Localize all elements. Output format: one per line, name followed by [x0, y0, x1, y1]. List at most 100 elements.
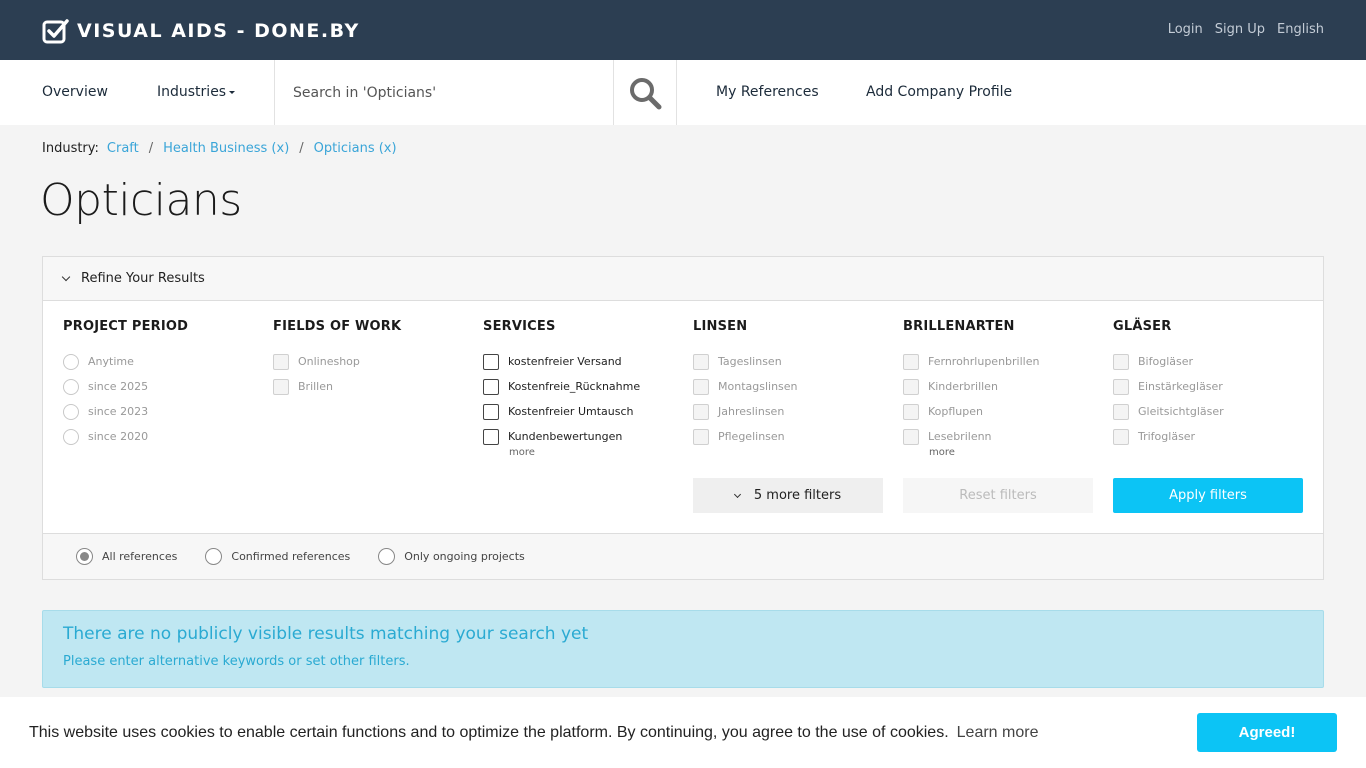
top-bar: VISUAL AIDS - DONE.BY Login Sign Up Engl…: [0, 0, 1366, 60]
radio-option[interactable]: since 2020: [63, 424, 263, 449]
checkbox[interactable]: [903, 378, 919, 395]
checkbox[interactable]: [903, 428, 919, 445]
checkbox-option[interactable]: Fernrohrlupenbrillen: [903, 349, 1103, 374]
checkbox-option[interactable]: Lesebrilenn: [903, 424, 1103, 449]
checkbox-option[interactable]: Tageslinsen: [693, 349, 893, 374]
option-label: Pflegelinsen: [718, 430, 785, 443]
checkbox-option[interactable]: Brillen: [273, 374, 473, 399]
breadcrumb-label: Industry:: [42, 141, 99, 156]
apply-filters-button[interactable]: Apply filters: [1113, 478, 1303, 513]
checkbox[interactable]: [1113, 403, 1129, 420]
top-links: Login Sign Up English: [1168, 22, 1324, 37]
more-filters-button[interactable]: 5 more filters: [693, 478, 883, 513]
checkbox-option[interactable]: Jahreslinsen: [693, 399, 893, 424]
radio-option[interactable]: Anytime: [63, 349, 263, 374]
ref-option-ongoing[interactable]: Only ongoing projects: [378, 548, 525, 565]
checkbox[interactable]: [1113, 428, 1129, 445]
checkbox-option[interactable]: Bifogläser: [1113, 349, 1313, 374]
checkbox[interactable]: [483, 378, 499, 395]
main-nav: Overview Industries My References Add Co…: [0, 60, 1366, 125]
radio-option[interactable]: since 2025: [63, 374, 263, 399]
nav-my-references[interactable]: My References: [716, 84, 819, 100]
radio-button[interactable]: [205, 548, 223, 565]
checkbox-option[interactable]: Kinderbrillen: [903, 374, 1103, 399]
reference-type-bar: All references Confirmed references Only…: [43, 533, 1323, 579]
option-label: Anytime: [88, 355, 134, 368]
checkbox-option[interactable]: kostenfreier Versand: [483, 349, 683, 374]
filter-title: FIELDS OF WORK: [273, 319, 402, 334]
checkbox[interactable]: [483, 353, 499, 370]
option-label: Brillen: [298, 380, 333, 393]
checkbox-option[interactable]: Onlineshop: [273, 349, 473, 374]
search-box: [274, 60, 614, 125]
checkbox-check-icon: [42, 19, 69, 44]
nav-industries[interactable]: Industries: [157, 84, 236, 100]
radio-button[interactable]: [378, 548, 396, 565]
search-icon: [629, 77, 661, 109]
filter-col-linsen: LINSEN Tageslinsen Montagslinsen Jahresl…: [693, 319, 893, 449]
checkbox-option[interactable]: Kundenbewertungen: [483, 424, 683, 449]
checkbox-option[interactable]: Pflegelinsen: [693, 424, 893, 449]
brand-logo[interactable]: VISUAL AIDS - DONE.BY: [42, 17, 360, 45]
search-button[interactable]: [613, 60, 677, 125]
option-label: Confirmed references: [231, 550, 351, 563]
nav-overview[interactable]: Overview: [42, 84, 108, 100]
checkbox-option[interactable]: Montagslinsen: [693, 374, 893, 399]
brillenarten-more-link[interactable]: more: [929, 447, 1103, 458]
checkbox[interactable]: [483, 428, 499, 445]
radio-button[interactable]: [63, 378, 79, 395]
language-link[interactable]: English: [1277, 22, 1324, 37]
ref-option-all[interactable]: All references: [76, 548, 177, 565]
option-label: Einstärkegläser: [1138, 380, 1223, 393]
checkbox[interactable]: [483, 403, 499, 420]
cookie-agree-button[interactable]: Agreed!: [1197, 713, 1337, 752]
checkbox-option[interactable]: Einstärkegläser: [1113, 374, 1313, 399]
refine-results-label: Refine Your Results: [81, 271, 205, 286]
checkbox-option[interactable]: Kopflupen: [903, 399, 1103, 424]
checkbox[interactable]: [903, 403, 919, 420]
brand-name: VISUAL AIDS - DONE.BY: [77, 20, 360, 42]
option-label: since 2020: [88, 430, 149, 443]
option-label: Kopflupen: [928, 405, 983, 418]
nav-add-company-profile[interactable]: Add Company Profile: [866, 84, 1012, 100]
alert-text: Please enter alternative keywords or set…: [63, 654, 410, 669]
breadcrumb-craft[interactable]: Craft: [107, 141, 139, 156]
login-link[interactable]: Login: [1168, 22, 1203, 37]
option-label: Fernrohrlupenbrillen: [928, 355, 1040, 368]
breadcrumb-separator: /: [148, 141, 154, 156]
signup-link[interactable]: Sign Up: [1215, 22, 1265, 37]
checkbox[interactable]: [273, 378, 289, 395]
filter-col-fields-of-work: FIELDS OF WORK Onlineshop Brillen: [273, 319, 473, 399]
option-label: kostenfreier Versand: [508, 355, 622, 368]
radio-button[interactable]: [63, 428, 79, 445]
radio-button[interactable]: [63, 353, 79, 370]
radio-option[interactable]: since 2023: [63, 399, 263, 424]
option-label: Kostenfreier Umtausch: [508, 405, 634, 418]
checkbox[interactable]: [693, 353, 709, 370]
filter-title: GLÄSER: [1113, 319, 1172, 334]
ref-option-confirmed[interactable]: Confirmed references: [205, 548, 350, 565]
search-input[interactable]: [275, 60, 613, 125]
services-more-link[interactable]: more: [509, 447, 683, 458]
breadcrumb-opticians[interactable]: Opticians (x): [314, 141, 397, 156]
cookie-learn-more-link[interactable]: Learn more: [957, 724, 1039, 742]
breadcrumb-health-business[interactable]: Health Business (x): [163, 141, 289, 156]
checkbox-option[interactable]: Kostenfreier Umtausch: [483, 399, 683, 424]
checkbox-option[interactable]: Gleitsichtgläser: [1113, 399, 1313, 424]
radio-button[interactable]: [63, 403, 79, 420]
checkbox-option[interactable]: Kostenfreie_Rücknahme: [483, 374, 683, 399]
checkbox[interactable]: [1113, 378, 1129, 395]
filter-col-services: SERVICES kostenfreier Versand Kostenfrei…: [483, 319, 683, 458]
checkbox[interactable]: [693, 378, 709, 395]
refine-results-toggle[interactable]: Refine Your Results: [43, 257, 1323, 301]
reset-filters-button[interactable]: Reset filters: [903, 478, 1093, 513]
checkbox-option[interactable]: Trifogläser: [1113, 424, 1313, 449]
checkbox[interactable]: [273, 353, 289, 370]
checkbox[interactable]: [1113, 353, 1129, 370]
checkbox[interactable]: [693, 403, 709, 420]
radio-button-selected[interactable]: [76, 548, 93, 565]
breadcrumb: Industry: Craft / Health Business (x) / …: [42, 141, 397, 156]
checkbox[interactable]: [903, 353, 919, 370]
checkbox[interactable]: [693, 428, 709, 445]
filter-title: SERVICES: [483, 319, 556, 334]
